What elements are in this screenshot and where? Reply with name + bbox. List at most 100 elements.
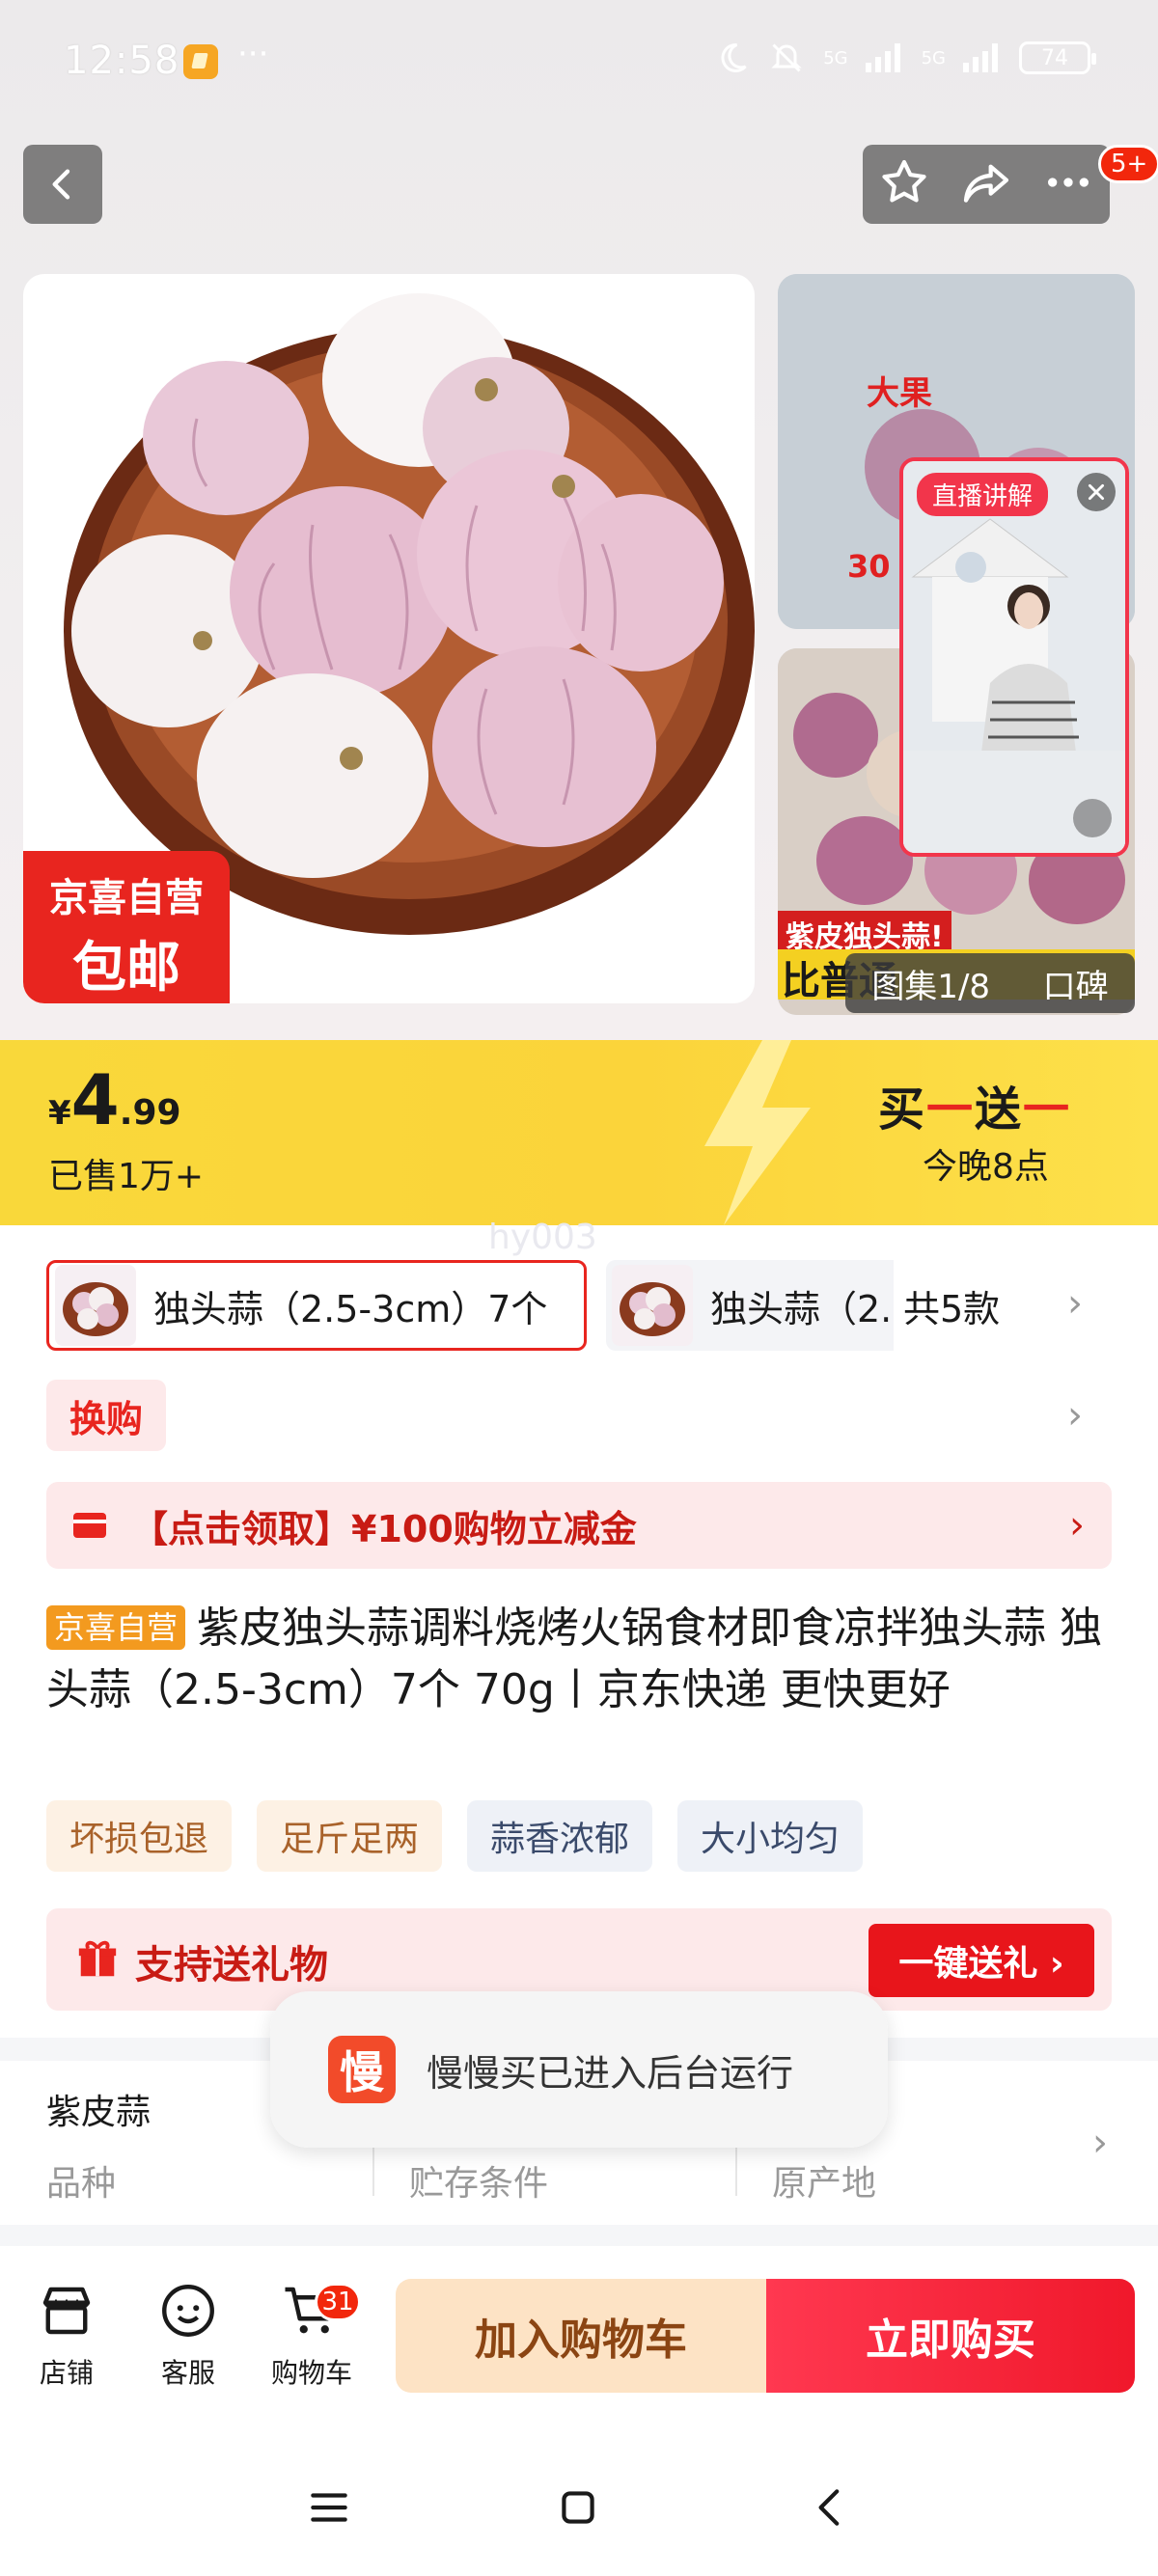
moon-icon <box>721 42 747 72</box>
promo-dash-1: 一 <box>926 1082 976 1137</box>
signal-5g-label: 5G <box>823 47 848 69</box>
status-bar: 12:58 ··· 5G 5G 74 <box>0 0 1158 125</box>
price-decimal: .99 <box>119 1093 181 1133</box>
feature-chip[interactable]: 坏损包退 <box>46 1800 233 1872</box>
feature-chips: 坏损包退 足斤足两 蒜香浓郁 大小均匀 <box>46 1800 864 1872</box>
spec-label-origin: 原产地 <box>772 2164 877 2204</box>
spec-separator <box>735 2148 737 2196</box>
price-integer: 4 <box>70 1059 120 1140</box>
close-live-button[interactable] <box>1077 473 1116 511</box>
variant-total-count[interactable]: 共5款 <box>894 1260 1001 1351</box>
exchange-purchase-tag[interactable]: 换购 <box>46 1380 166 1451</box>
promo-dash-2: 一 <box>1023 1082 1072 1137</box>
thumb-1-text-big: 大果 <box>867 374 932 413</box>
back-nav-icon[interactable] <box>807 2483 855 2532</box>
watermark: hy003 <box>488 1218 597 1257</box>
add-to-cart-button[interactable]: 加入购物车 <box>396 2279 766 2393</box>
spec-label-storage: 贮存条件 <box>409 2164 549 2204</box>
toast-text: 慢慢买已进入后台运行 <box>427 2051 794 2095</box>
sold-count: 已售1万+ <box>48 1157 205 1196</box>
mute-icon <box>771 43 802 72</box>
main-product-image[interactable]: 京喜自营 包邮 <box>23 274 755 1003</box>
variant-option-selected[interactable]: 独头蒜（2.5-3cm）7个 <box>46 1260 587 1351</box>
status-time: 12:58 <box>64 39 180 83</box>
signal-5g-label-2: 5G <box>921 47 946 69</box>
chat-face-icon <box>162 2285 214 2337</box>
coupon-text: 【点击领取】¥100购物立减金 <box>131 1507 637 1550</box>
feature-chip[interactable]: 蒜香浓郁 <box>467 1800 653 1872</box>
background-run-toast: 慢 慢慢买已进入后台运行 <box>270 1991 888 2148</box>
price: ¥ 4 .99 <box>48 1059 181 1140</box>
send-gift-button[interactable]: 一键送礼 › <box>868 1924 1094 1997</box>
shop-label: 店铺 <box>39 2357 94 2389</box>
product-title: 京喜自营 紫皮独头蒜调料烧烤火锅食材即食凉拌独头蒜 独头蒜（2.5-3cm）7个 … <box>46 1598 1117 1721</box>
section-divider <box>0 2225 1158 2246</box>
live-tag: 直播讲解 <box>917 473 1049 516</box>
spec-chevron-right-icon[interactable]: › <box>1092 2121 1108 2165</box>
cart-count-badge: 31 <box>315 2283 361 2321</box>
notification-app-icon <box>183 44 218 79</box>
jingxi-tag-line1: 京喜自营 <box>49 876 204 920</box>
gallery-counter[interactable]: 图集1/8 口碑 <box>845 953 1135 1013</box>
card-icon <box>73 1513 106 1538</box>
jingxi-self-operated-tag: 京喜自营 <box>46 1605 186 1650</box>
back-button[interactable] <box>23 145 102 224</box>
home-square-icon[interactable] <box>554 2483 602 2532</box>
status-icons: 5G 5G 74 <box>715 41 1096 75</box>
menu-icon[interactable] <box>305 2483 353 2532</box>
cart-label: 购物车 <box>270 2357 352 2389</box>
buy-now-button[interactable]: 立即购买 <box>766 2279 1135 2393</box>
exchange-chevron-right-icon[interactable]: › <box>1067 1393 1083 1438</box>
spec-label-variety: 品种 <box>46 2164 117 2204</box>
product-title-text: 紫皮独头蒜调料烧烤火锅食材即食凉拌独头蒜 独头蒜（2.5-3cm）7个 70g丨… <box>46 1603 1102 1714</box>
variant-label: 独头蒜（2.5-3cm）7个 <box>153 1287 548 1330</box>
promo-get: 送 <box>975 1082 1024 1137</box>
price-currency: ¥ <box>48 1094 71 1133</box>
promo-buy: 买 <box>878 1082 927 1137</box>
more-button[interactable] <box>1041 155 1095 213</box>
shop-icon <box>42 2287 91 2335</box>
coupon-banner[interactable]: 【点击领取】¥100购物立减金 › <box>46 1482 1112 1569</box>
share-icon <box>963 164 1009 203</box>
promo-buy-one-get-one: 买一送一 <box>878 1071 1071 1138</box>
chevron-left-icon <box>52 169 70 200</box>
jingxi-free-shipping-tag: 京喜自营 包邮 <box>23 851 230 1003</box>
gift-label: 支持送礼物 <box>135 1943 328 1987</box>
variant-thumb-icon <box>55 1265 136 1346</box>
share-button[interactable] <box>959 155 1013 213</box>
jingxi-tag-line2: 包邮 <box>72 937 180 1000</box>
close-icon <box>1088 483 1105 501</box>
service-label: 客服 <box>160 2357 215 2389</box>
gallery-counter-text: 图集1/8 <box>871 967 991 1006</box>
variant-chevron-right-icon[interactable]: › <box>1067 1281 1083 1326</box>
favorite-button[interactable] <box>877 155 931 213</box>
gift-icon <box>78 1940 117 1977</box>
shop-tab[interactable]: 店铺 <box>14 2279 120 2391</box>
variant-label: 独头蒜（2.5 <box>710 1287 916 1330</box>
more-dots-icon <box>1048 178 1089 187</box>
star-icon <box>882 159 926 203</box>
promo-time: 今晚8点 <box>923 1147 1049 1187</box>
message-badge: 5+ <box>1098 145 1158 183</box>
variant-thumb-icon <box>612 1265 693 1346</box>
status-more: ··· <box>237 35 269 73</box>
spec-variety-value: 紫皮蒜 <box>46 2093 152 2132</box>
gallery-counter-right: 口碑 <box>1042 967 1109 1006</box>
lightning-icon <box>704 1040 811 1225</box>
live-presenter-image <box>903 461 1125 853</box>
feature-chip[interactable]: 足斤足两 <box>257 1800 443 1872</box>
spec-separator <box>372 2148 374 2196</box>
customer-service-tab[interactable]: 客服 <box>135 2279 241 2391</box>
mute-toggle[interactable] <box>1073 799 1112 837</box>
chevron-right-icon: › <box>1069 1503 1085 1548</box>
top-action-group <box>863 145 1110 224</box>
product-detail-page: 12:58 ··· 5G 5G 74 5+ 京喜自营 包邮 大果 30 紫皮独头… <box>0 0 1158 2576</box>
thumb-1-text-size: 30 <box>847 548 891 585</box>
feature-chip[interactable]: 大小均匀 <box>677 1800 864 1872</box>
live-video-float[interactable]: 直播讲解 <box>899 457 1129 857</box>
manmanmai-app-icon: 慢 <box>328 2036 396 2103</box>
signal-icon-2 <box>963 43 998 72</box>
signal-icon <box>865 43 900 72</box>
battery-level: 74 <box>1041 45 1068 70</box>
battery-icon: 74 <box>1019 41 1096 74</box>
